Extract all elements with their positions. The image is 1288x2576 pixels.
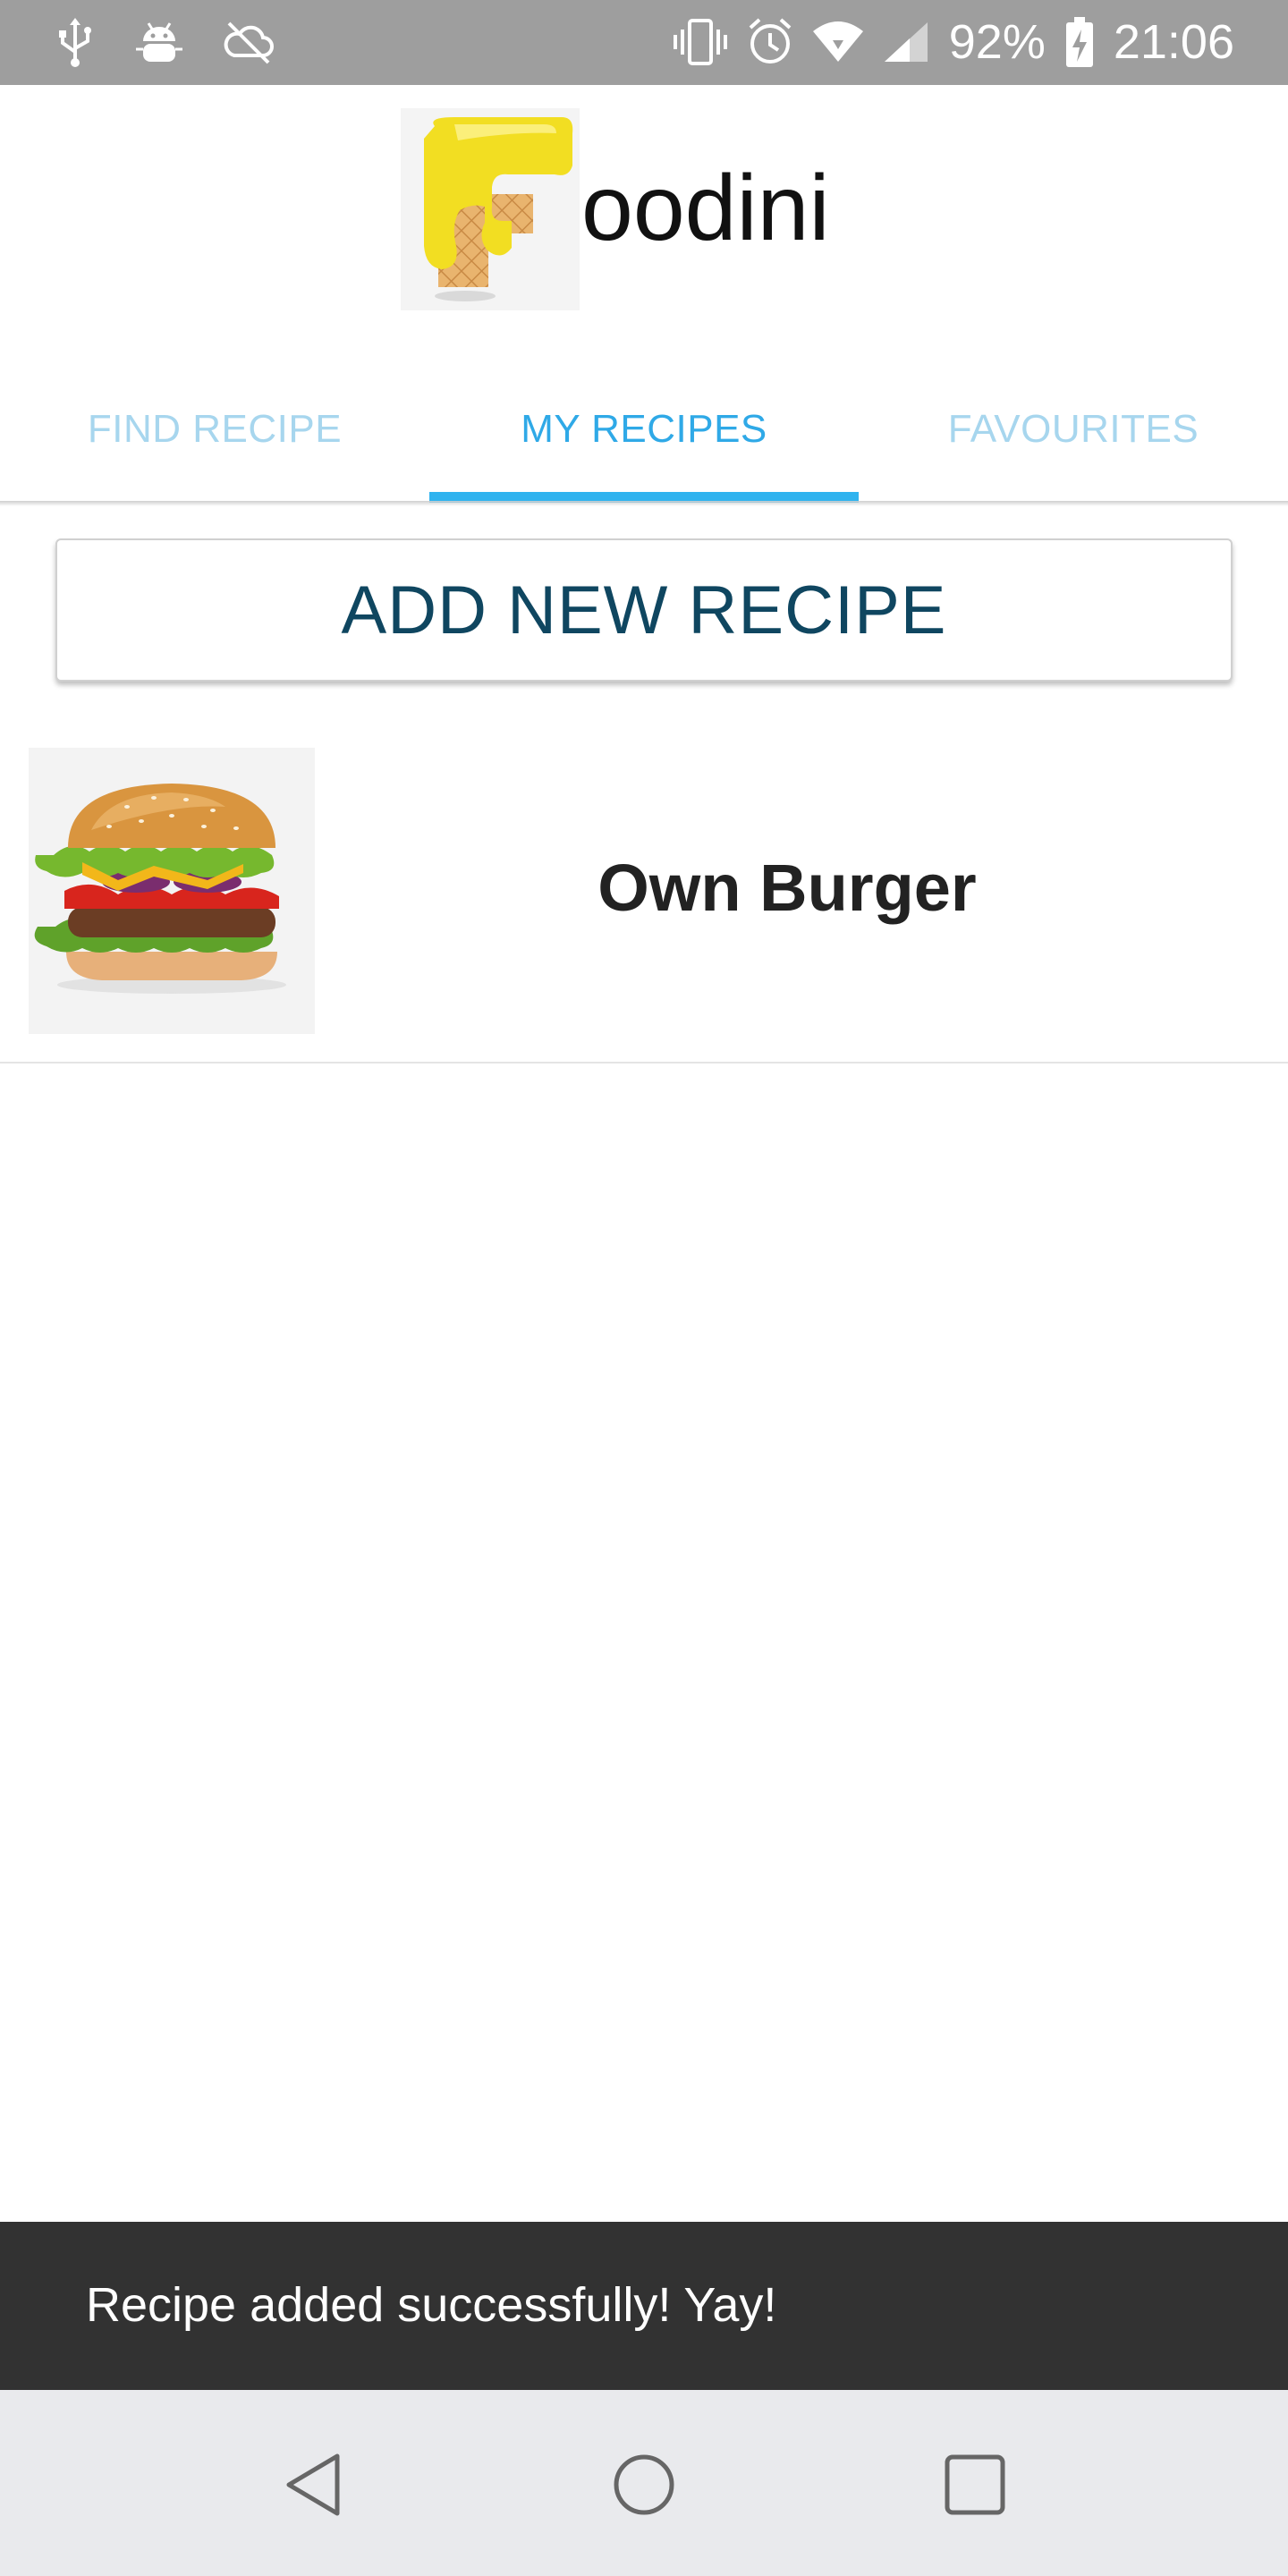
alarm-icon — [747, 17, 793, 67]
no-sync-icon — [224, 20, 274, 66]
wifi-icon — [812, 21, 863, 64]
tab-bar: FIND RECIPE MY RECIPES FAVOURITES — [0, 353, 1288, 505]
waffle-f-logo-icon — [401, 108, 580, 310]
android-debug-icon — [136, 20, 182, 66]
list-item[interactable]: Own Burger — [0, 733, 1288, 1063]
app-name-suffix: oodini — [581, 157, 830, 260]
recents-icon[interactable] — [939, 2449, 1011, 2521]
usb-icon — [55, 18, 95, 68]
snackbar: Recipe added successfully! Yay! — [0, 2222, 1288, 2390]
recipe-title: Own Burger — [597, 851, 977, 925]
snackbar-message: Recipe added successfully! Yay! — [86, 2278, 777, 2332]
burger-image — [29, 748, 315, 1034]
screen: 92% 21:06 oodini FIND RECIPE MY RECIPES … — [0, 0, 1288, 2576]
vibrate-icon — [673, 17, 727, 67]
clock: 21:06 — [1113, 15, 1234, 69]
tab-find-recipe[interactable]: FIND RECIPE — [0, 353, 429, 505]
home-icon[interactable] — [608, 2449, 680, 2521]
signal-icon — [883, 21, 929, 64]
battery-percent: 92% — [948, 15, 1046, 69]
tab-bar-shadow — [0, 501, 1288, 506]
app-header: oodini — [0, 85, 1288, 353]
list-divider — [0, 1062, 1288, 1063]
navigation-bar — [0, 2390, 1288, 2576]
back-icon[interactable] — [277, 2449, 349, 2521]
add-new-recipe-button[interactable]: ADD NEW RECIPE — [55, 538, 1233, 682]
battery-charging-icon — [1065, 17, 1094, 67]
status-bar: 92% 21:06 — [0, 0, 1288, 85]
tab-favourites[interactable]: FAVOURITES — [859, 353, 1288, 505]
tab-my-recipes[interactable]: MY RECIPES — [429, 353, 859, 505]
